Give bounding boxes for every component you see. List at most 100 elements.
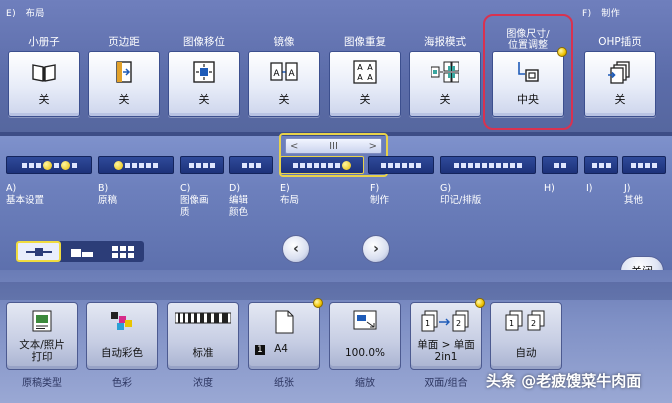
ohp-interleave-value: 关 bbox=[614, 93, 626, 106]
ohp-interleave-icon bbox=[608, 61, 630, 84]
image-shift-button[interactable]: 关 bbox=[168, 51, 240, 117]
color-blocks-icon bbox=[111, 312, 132, 330]
view-list-option[interactable] bbox=[16, 241, 62, 262]
color-mode-value: 自动彩色 bbox=[101, 347, 143, 359]
page-margin-icon bbox=[116, 61, 132, 83]
page-margin-button[interactable]: 关 bbox=[88, 51, 160, 117]
density-value: 标准 bbox=[192, 347, 214, 359]
tab-image-quality[interactable] bbox=[180, 156, 224, 174]
view-mode-toggle[interactable] bbox=[16, 241, 144, 262]
svg-text:A: A bbox=[367, 63, 373, 72]
mirror-label: 镜像 bbox=[273, 36, 295, 48]
selected-function-highlight bbox=[483, 14, 573, 130]
tab-finishing[interactable] bbox=[368, 156, 434, 174]
ohp-interleave-button[interactable]: 关 bbox=[584, 51, 656, 117]
booklet-value: 关 bbox=[38, 93, 50, 106]
paper-tray-number: 1 bbox=[255, 345, 265, 355]
next-page-button[interactable]: › bbox=[362, 235, 390, 263]
svg-text:2: 2 bbox=[456, 319, 461, 328]
section-title-finishing: F) 制作 bbox=[582, 9, 621, 19]
poster-mode-button[interactable]: 关 bbox=[409, 51, 481, 117]
tab-caption-h: H) bbox=[544, 183, 555, 194]
mirror-value: 关 bbox=[278, 93, 290, 106]
svg-text:1: 1 bbox=[425, 319, 430, 328]
tab-caption-image-quality: C) 图像画 质 bbox=[180, 183, 209, 218]
scroll-right-icon[interactable]: > bbox=[369, 141, 377, 152]
tab-edit-color[interactable] bbox=[229, 156, 273, 174]
tab-caption-original: B) 原稿 bbox=[98, 183, 118, 206]
view-card-option[interactable] bbox=[61, 241, 102, 262]
color-mode-button[interactable]: 自动彩色 bbox=[86, 302, 158, 370]
tab-layout[interactable] bbox=[280, 156, 364, 174]
mirror-icon: AA bbox=[270, 62, 298, 81]
tab-caption-layout: E) 布局 bbox=[280, 183, 300, 206]
color-caption: 色彩 bbox=[112, 378, 132, 389]
zoom-button[interactable]: 100.0% bbox=[329, 302, 401, 370]
svg-text:A: A bbox=[357, 73, 363, 82]
density-caption: 浓度 bbox=[193, 378, 213, 389]
scroll-thumb-icon[interactable]: III bbox=[329, 141, 338, 152]
page-margin-value: 关 bbox=[118, 93, 130, 106]
paper-button[interactable]: 1 A4 bbox=[248, 298, 323, 370]
poster-mode-value: 关 bbox=[439, 93, 451, 106]
watermark-text: 头条 @老疲馊菜牛肉面 bbox=[486, 372, 642, 390]
density-scale-icon bbox=[175, 312, 231, 324]
tab-caption-others: J) 其他 bbox=[624, 183, 644, 206]
svg-text:A: A bbox=[367, 73, 373, 82]
tab-stamp-composition[interactable] bbox=[440, 156, 536, 174]
image-shift-icon bbox=[193, 61, 215, 83]
booklet-icon bbox=[32, 64, 56, 82]
booklet-button[interactable]: 关 bbox=[8, 51, 80, 117]
section-title-layout: E) 布局 bbox=[6, 9, 45, 19]
ohp-interleave-label: OHP插页 bbox=[598, 36, 642, 48]
mirror-button[interactable]: AA 关 bbox=[248, 51, 320, 117]
duplex-pages-icon: 12 bbox=[421, 310, 469, 332]
svg-text:2: 2 bbox=[531, 319, 536, 328]
quick-settings-strip bbox=[0, 282, 672, 300]
paper-size-value: A4 bbox=[274, 343, 288, 355]
output-auto-button[interactable]: 12 自动 bbox=[490, 302, 562, 370]
output-auto-value: 自动 bbox=[515, 347, 537, 359]
text-photo-icon bbox=[32, 310, 52, 332]
image-repeat-icon: A AA A bbox=[353, 60, 377, 84]
view-grid-option[interactable] bbox=[103, 241, 144, 262]
tab-i[interactable] bbox=[584, 156, 618, 174]
grid-view-icon bbox=[112, 245, 135, 258]
paper-setting-indicator bbox=[313, 298, 323, 308]
chevron-left-icon: ‹ bbox=[293, 241, 299, 257]
duplex-setting-indicator bbox=[475, 298, 485, 308]
list-view-icon bbox=[25, 247, 52, 256]
paper-value-row: 1 A4 bbox=[255, 343, 319, 356]
paper-caption: 纸张 bbox=[274, 378, 294, 389]
duplex-combine-caption: 双面/组合 bbox=[424, 378, 468, 389]
scroll-left-icon[interactable]: < bbox=[290, 141, 298, 152]
original-type-value: 文本/照片 打印 bbox=[19, 339, 65, 363]
layout-function-panel: E) 布局 F) 制作 小册子 关 页边距 关 图像移位 关 镜像 AA 关 图… bbox=[0, 0, 672, 132]
duplex-combine-button[interactable]: 12 单面 > 单面 2in1 bbox=[410, 298, 485, 370]
tab-others[interactable] bbox=[622, 156, 666, 174]
image-shift-label: 图像移位 bbox=[183, 36, 225, 48]
page-margin-label: 页边距 bbox=[108, 36, 140, 48]
original-type-caption: 原稿类型 bbox=[22, 378, 62, 389]
image-repeat-button[interactable]: AAAA 关 bbox=[329, 51, 401, 117]
density-button[interactable]: 标准 bbox=[167, 302, 239, 370]
image-shift-value: 关 bbox=[198, 93, 210, 106]
svg-text:A: A bbox=[357, 63, 363, 72]
chevron-right-icon: › bbox=[373, 241, 379, 257]
prev-page-button[interactable]: ‹ bbox=[282, 235, 310, 263]
poster-mode-icon bbox=[431, 61, 459, 83]
tab-caption-edit-color: D) 编辑 颜色 bbox=[229, 183, 249, 218]
tab-caption-stamp-composition: G) 印记/排版 bbox=[440, 183, 482, 206]
svg-text:1: 1 bbox=[509, 319, 514, 328]
stacked-pages-icon: 12 bbox=[505, 310, 545, 331]
zoom-caption: 缩放 bbox=[355, 378, 375, 389]
original-type-button[interactable]: 文本/照片 打印 bbox=[6, 302, 78, 370]
tab-original[interactable] bbox=[98, 156, 174, 174]
tab-caption-i: I) bbox=[586, 183, 593, 194]
svg-text:A: A bbox=[273, 69, 280, 79]
booklet-label: 小册子 bbox=[28, 36, 60, 48]
tab-basic-settings[interactable] bbox=[6, 156, 92, 174]
image-repeat-label: 图像重复 bbox=[344, 36, 386, 48]
tab-scrollbar[interactable]: < III > bbox=[285, 138, 382, 154]
tab-h[interactable] bbox=[542, 156, 578, 174]
